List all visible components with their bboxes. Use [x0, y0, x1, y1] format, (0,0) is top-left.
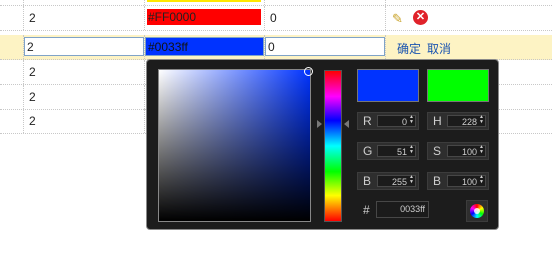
color-wheel-icon[interactable]	[466, 200, 488, 222]
hue-arrow-right-icon	[344, 120, 349, 128]
spinner-icon[interactable]: ▲ ▼	[409, 115, 414, 125]
color-cell-swatch: #FF0000	[147, 9, 261, 25]
editing-row: 确定 取消	[0, 35, 552, 60]
table-cell	[24, 109, 145, 133]
table-cell	[0, 60, 24, 84]
table-cell	[265, 0, 386, 5]
table-cell	[24, 0, 145, 5]
brightness-field[interactable]: B 100 ▲ ▼	[427, 172, 489, 190]
green-label: G	[363, 144, 373, 158]
hue-arrow-left-icon	[317, 120, 322, 128]
red-label: R	[363, 114, 372, 128]
table-cell	[386, 6, 552, 30]
hex-input[interactable]: 0033ff	[376, 201, 429, 218]
blue-label: B	[363, 174, 372, 188]
hue-slider[interactable]	[324, 70, 342, 222]
spinner-icon[interactable]: ▲ ▼	[479, 145, 484, 155]
spinner-icon[interactable]: ▲ ▼	[479, 115, 484, 125]
table-row: 2 #FF0000 0 ✎ ✕	[0, 6, 552, 31]
hue-label: H	[433, 114, 442, 128]
hex-label: #	[363, 203, 370, 217]
spinner-icon[interactable]: ▲ ▼	[409, 175, 414, 185]
confirm-link[interactable]: 确定	[397, 40, 421, 57]
table-cell	[386, 0, 552, 5]
current-color-swatch[interactable]	[427, 69, 489, 102]
count-cell: 2	[29, 114, 36, 128]
new-color-swatch	[357, 69, 419, 102]
green-field[interactable]: G 51 ▲ ▼	[357, 142, 419, 160]
hue-field[interactable]: H 228 ▲ ▼	[427, 112, 489, 130]
value-input[interactable]	[265, 37, 385, 56]
cancel-link[interactable]: 取消	[427, 40, 451, 57]
table-cell	[0, 6, 24, 30]
count-cell: 2	[29, 90, 36, 104]
table-cell	[0, 35, 24, 59]
saturation-field[interactable]: S 100 ▲ ▼	[427, 142, 489, 160]
table-cell	[0, 85, 24, 109]
table-cell	[265, 6, 386, 30]
count-cell: 2	[29, 65, 36, 79]
table-cell	[0, 109, 24, 133]
table-cell	[145, 0, 265, 5]
delete-icon[interactable]: ✕	[413, 10, 428, 25]
color-input[interactable]	[145, 37, 264, 56]
red-field[interactable]: R 0 ▲ ▼	[357, 112, 419, 130]
table-cell	[24, 85, 145, 109]
blue-field[interactable]: B 255 ▲ ▼	[357, 172, 419, 190]
value-cell: 0	[270, 11, 277, 25]
saturation-value-area[interactable]	[158, 67, 313, 222]
saturation-label: S	[433, 144, 442, 158]
table-cell	[24, 60, 145, 84]
color-swatch	[147, 0, 261, 2]
spinner-icon[interactable]: ▲ ▼	[409, 145, 414, 155]
table-cell	[24, 6, 145, 30]
spinner-icon[interactable]: ▲ ▼	[479, 175, 484, 185]
color-picker-popup: R 0 ▲ ▼ H 228 ▲ ▼ G 51 ▲ ▼ S 100 ▲ ▼ B 255 ▲…	[146, 59, 499, 230]
count-input[interactable]	[24, 37, 144, 56]
pencil-icon[interactable]: ✎	[392, 11, 403, 27]
brightness-label: B	[433, 174, 442, 188]
count-cell: 2	[29, 11, 36, 25]
sv-selector-handle[interactable]	[304, 67, 313, 76]
table-cell	[0, 0, 24, 5]
